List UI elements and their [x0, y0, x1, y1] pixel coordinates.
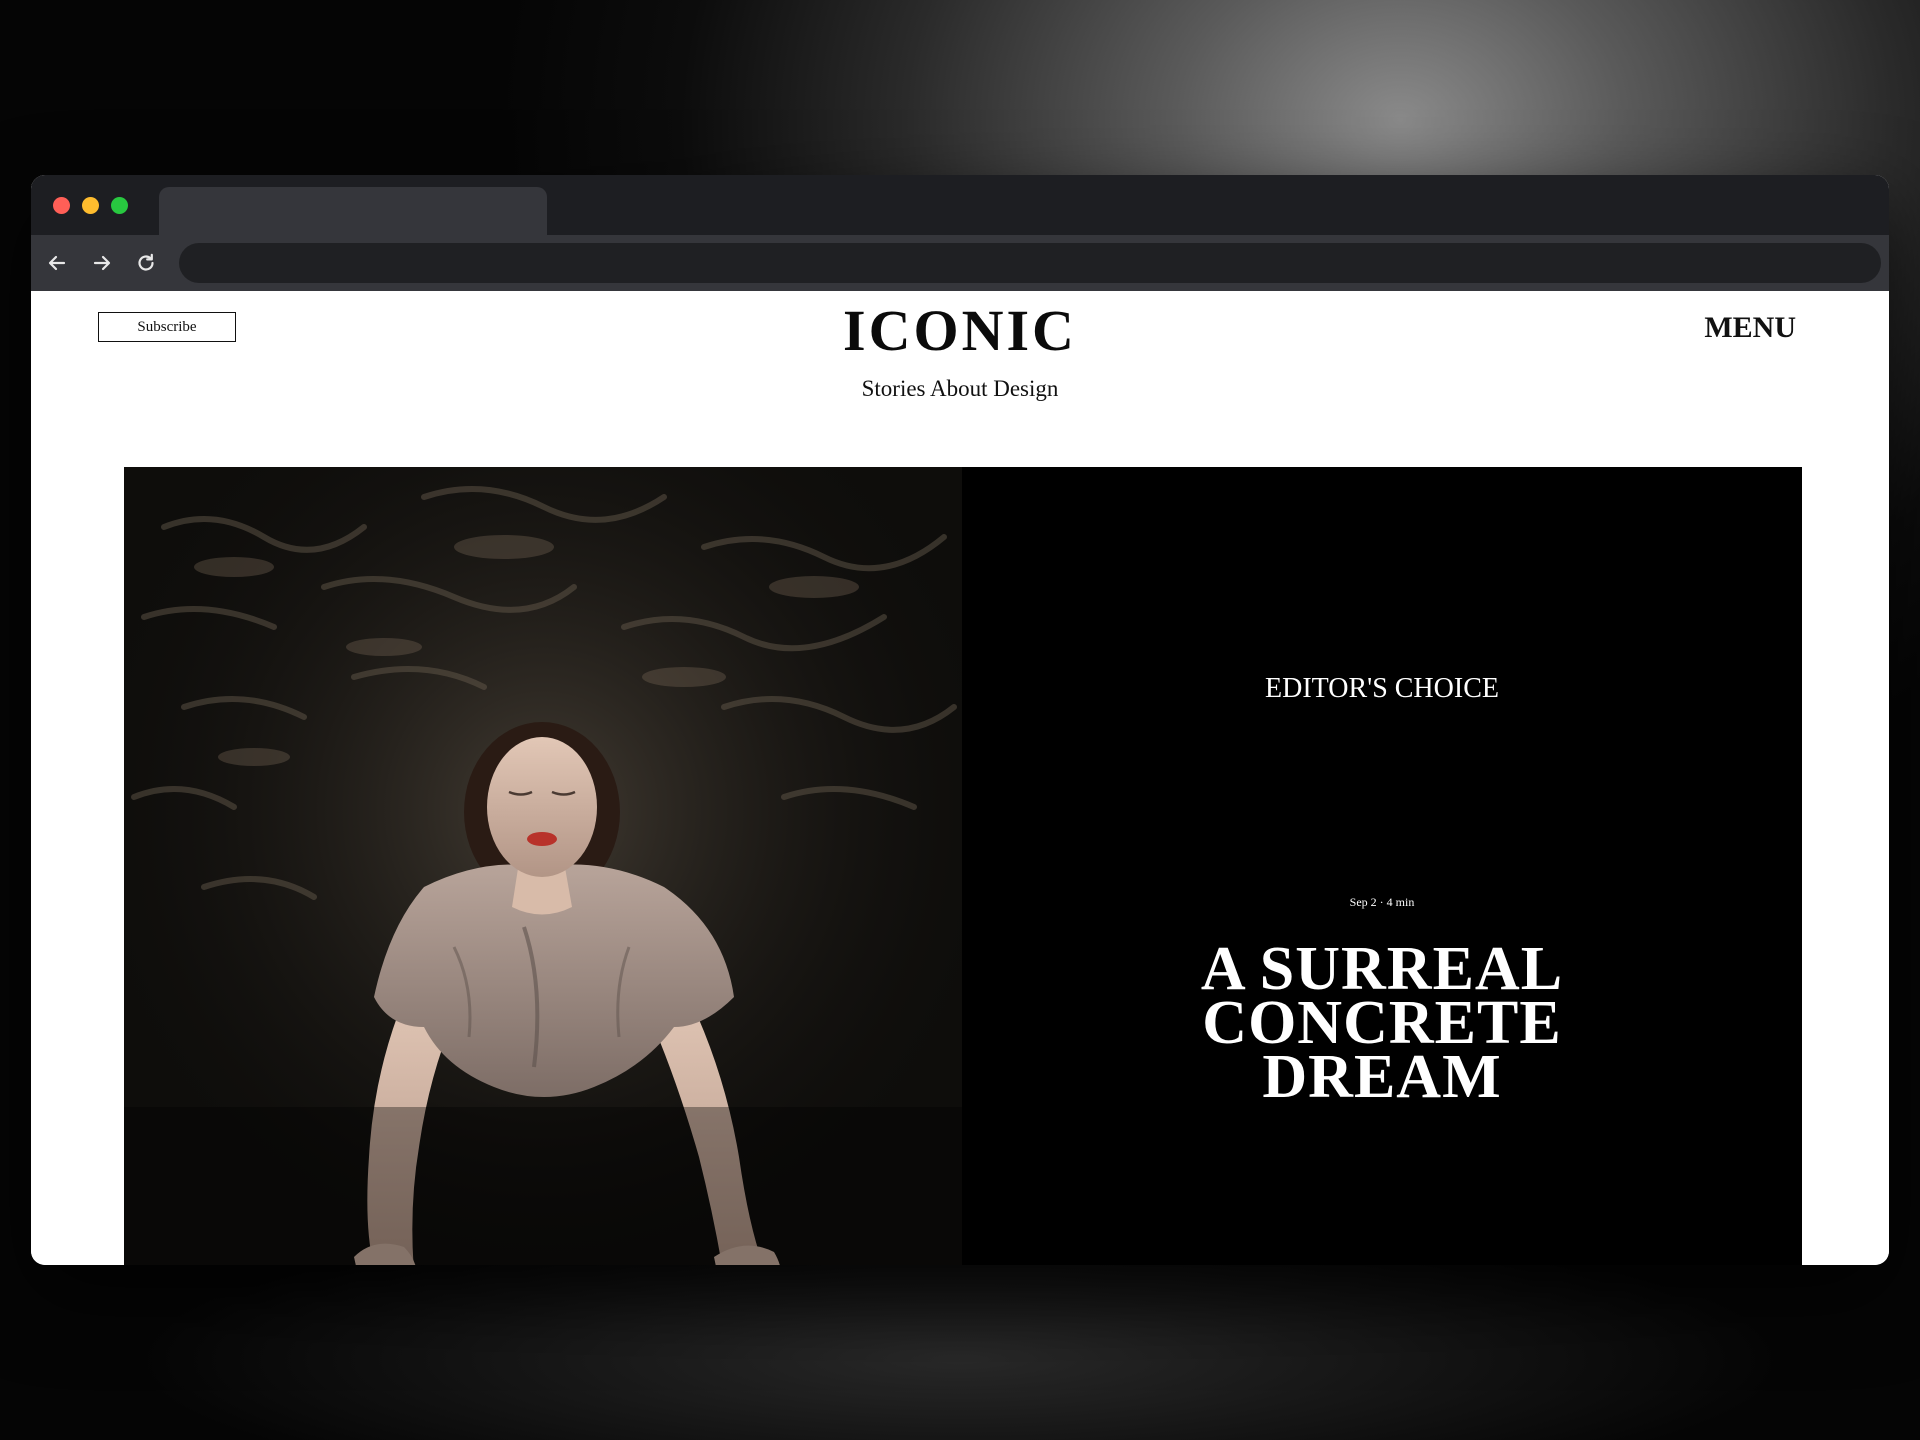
arrow-left-icon [48, 255, 66, 271]
browser-tab[interactable] [159, 187, 547, 235]
menu-button[interactable]: MENU [1676, 311, 1796, 345]
article-headline[interactable]: A SURREAL CONCRETE DREAM [962, 935, 1802, 1111]
browser-toolbar [31, 235, 1889, 291]
minimize-window-button[interactable] [82, 197, 99, 214]
address-bar[interactable] [179, 243, 1881, 283]
reload-icon [138, 253, 154, 271]
close-window-button[interactable] [53, 197, 70, 214]
headline-line: DREAM [1262, 1043, 1502, 1111]
browser-window: Subscribe ICONIC Stories About Design ME… [31, 175, 1889, 1265]
article-meta: Sep 2 · 4 min [1349, 895, 1415, 909]
arrow-right-icon [93, 255, 111, 271]
maximize-window-button[interactable] [111, 197, 128, 214]
browser-titlebar [31, 175, 1889, 235]
woman-in-water-image [124, 467, 962, 1265]
headline-line: CONCRETE [1202, 989, 1562, 1057]
hero-section: EDITOR'S CHOICE Sep 2 · 4 min A SURREAL … [124, 467, 1802, 1265]
site-tagline: Stories About Design [861, 376, 1059, 401]
editors-choice-panel[interactable]: EDITOR'S CHOICE Sep 2 · 4 min A SURREAL … [962, 467, 1802, 1265]
reload-button[interactable] [132, 249, 160, 277]
back-button[interactable] [43, 249, 71, 277]
headline-line: A SURREAL [1200, 935, 1564, 1003]
section-label: EDITOR'S CHOICE [1265, 673, 1499, 704]
forward-button[interactable] [88, 249, 116, 277]
site-logo[interactable]: ICONIC [31, 299, 1889, 363]
hero-photo[interactable] [124, 467, 962, 1265]
